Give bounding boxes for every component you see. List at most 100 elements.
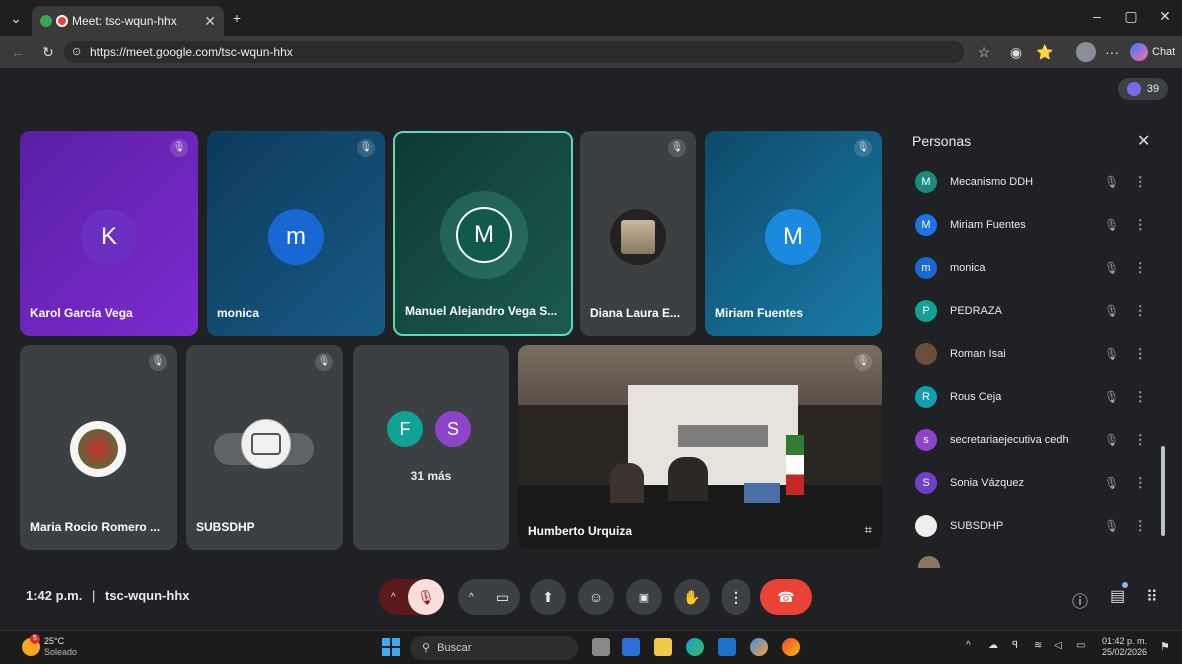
people-list-item[interactable]: Roman Isai 🎙 ⋮ [915, 338, 1155, 370]
person-name: SUBSDHP [950, 520, 1004, 532]
avatar-photo [610, 209, 666, 265]
participant-tile[interactable]: 🎙 Maria Rocio Romero ... [20, 345, 177, 550]
outlook-icon[interactable] [622, 638, 640, 656]
edge-icon[interactable] [686, 638, 704, 656]
raise-hand-button[interactable]: ✋ [674, 579, 710, 615]
wifi-icon[interactable]: ≋ [1034, 640, 1042, 651]
window-close-icon[interactable]: ✕ [1158, 8, 1172, 25]
copilot-chat-button[interactable]: Chat [1130, 42, 1178, 62]
browser-tab[interactable]: Meet: tsc-wqun-hhx ✕ [32, 6, 224, 36]
people-list-item[interactable]: S Sonia Vázquez 🎙 ⋮ [915, 467, 1155, 499]
more-vert-icon: ⋮ [729, 588, 743, 605]
notifications-icon[interactable]: ⚑ [1160, 640, 1170, 653]
camera-options-icon[interactable]: ^ [469, 592, 474, 603]
end-call-button[interactable]: ☎ [760, 579, 812, 615]
mic-off-icon: 🎙 [170, 139, 188, 157]
mic-off-icon: 🎙 [1104, 218, 1120, 232]
people-list-item[interactable]: M Mecanismo DDH 🎙 ⋮ [915, 166, 1155, 198]
tab-list-icon[interactable]: ⌄ [8, 10, 24, 27]
meeting-info: 1:42 p.m. | tsc-wqun-hhx [26, 588, 190, 603]
captions-button[interactable]: ▣ [626, 579, 662, 615]
person-left [610, 463, 644, 503]
crop-icon[interactable]: ⌗ [865, 522, 872, 538]
more-vert-icon[interactable]: ⋮ [1125, 518, 1155, 534]
more-vert-icon[interactable]: ⋮ [1125, 389, 1155, 405]
avatar: M [765, 209, 821, 265]
photo [251, 433, 281, 455]
people-list-item[interactable]: SUBSDHP 🎙 ⋮ [915, 510, 1155, 542]
participant-count: 39 [1146, 83, 1160, 95]
mic-options-icon[interactable]: ^ [391, 592, 396, 603]
people-list-item[interactable]: M Miriam Fuentes 🎙 ⋮ [915, 209, 1155, 241]
file-explorer-icon[interactable] [654, 638, 672, 656]
more-vert-icon[interactable]: ⋮ [1125, 346, 1155, 362]
tab-close-icon[interactable]: ✕ [204, 13, 216, 30]
new-tab-icon[interactable]: + [230, 10, 244, 26]
onedrive-icon[interactable]: ☁ [988, 640, 998, 651]
system-clock[interactable]: 01:42 p. m. 25/02/2026 [1102, 636, 1147, 658]
url-field[interactable]: ⊙ https://meet.google.com/tsc-wqun-hhx [64, 41, 964, 63]
battery-icon[interactable]: ▭ [1076, 640, 1085, 651]
more-vert-icon[interactable]: ⋮ [1125, 260, 1155, 276]
mic-off-icon: 🎙 [357, 139, 375, 157]
meeting-details-icon[interactable]: ⓘ [1072, 588, 1088, 612]
people-list-item[interactable]: R Rous Ceja 🎙 ⋮ [915, 381, 1155, 413]
more-menu-icon[interactable]: ··· [1104, 44, 1120, 60]
reload-icon[interactable]: ↻ [40, 44, 56, 61]
present-button[interactable]: ⬆ [530, 579, 566, 615]
participant-tile[interactable]: 🎙 M Miriam Fuentes [705, 131, 882, 336]
weather-text: Soleado [44, 647, 78, 657]
others-tile[interactable]: F S 31 más [353, 345, 509, 550]
more-vert-icon[interactable]: ⋮ [1125, 174, 1155, 190]
back-icon[interactable]: ← [10, 44, 26, 60]
avatar [915, 343, 937, 365]
hand-icon: ✋ [683, 588, 701, 605]
panel-scrollbar[interactable] [1161, 446, 1165, 536]
language-icon[interactable]: ꟼ [1012, 640, 1018, 651]
participant-count-badge[interactable]: 39 [1118, 78, 1168, 100]
people-list-item[interactable]: P PEDRAZA 🎙 ⋮ [915, 295, 1155, 327]
participant-tile-active-speaker[interactable]: M Manuel Alejandro Vega S... [393, 131, 573, 336]
panel-close-icon[interactable]: ✕ [1137, 131, 1150, 151]
more-vert-icon[interactable]: ⋮ [1125, 217, 1155, 233]
activities-icon[interactable]: ⠿ [1146, 587, 1158, 607]
participant-tile[interactable]: 🎙 m monica [207, 131, 385, 336]
copilot-icon [1130, 43, 1148, 61]
person-name: Miriam Fuentes [950, 219, 1026, 231]
person-name: Sonia Vázquez [950, 477, 1024, 489]
participant-tile-video[interactable]: 🎙 Humberto Urquiza ⌗ [518, 345, 882, 550]
more-vert-icon[interactable]: ⋮ [1125, 475, 1155, 491]
profile-avatar[interactable] [1076, 42, 1096, 62]
site-info-icon[interactable]: ⊙ [72, 41, 81, 63]
taskbar-search[interactable]: ⚲ Buscar [410, 636, 578, 660]
people-list-item[interactable]: s secretariaejecutiva cedh 🎙 ⋮ [915, 424, 1155, 456]
participant-tile[interactable]: 🎙 K Karol García Vega [20, 131, 198, 336]
store-icon[interactable] [718, 638, 736, 656]
minimize-icon[interactable]: – [1090, 8, 1104, 24]
tray-overflow-icon[interactable]: ^ [966, 640, 971, 651]
task-view-icon[interactable] [592, 638, 610, 656]
participant-tile[interactable]: 🎙 Diana Laura E... [580, 131, 696, 336]
windows-start-icon[interactable] [382, 638, 400, 656]
camera-icon[interactable]: ▭ [496, 589, 509, 606]
mic-toggle-button[interactable]: 🎙 [408, 579, 444, 615]
weather-widget[interactable]: 25°C Soleado [44, 636, 77, 658]
chrome-icon[interactable] [782, 638, 800, 656]
more-vert-icon[interactable]: ⋮ [1125, 303, 1155, 319]
volume-icon[interactable]: ◁ [1054, 640, 1062, 651]
photo [78, 429, 118, 469]
separator: | [91, 588, 96, 603]
more-options-button[interactable]: ⋮ [722, 579, 750, 615]
reactions-button[interactable]: ☺ [578, 579, 614, 615]
copilot-taskbar-icon[interactable] [750, 638, 768, 656]
favorites-bar-icon[interactable]: ⭐ [1036, 44, 1053, 61]
favorite-icon[interactable]: ☆ [976, 44, 992, 61]
more-vert-icon[interactable]: ⋮ [1125, 432, 1155, 448]
participant-tile[interactable]: 🎙 SUBSDHP [186, 345, 343, 550]
emoji-icon: ☺ [588, 589, 604, 605]
people-list-item[interactable]: m monica 🎙 ⋮ [915, 252, 1155, 284]
extensions-icon[interactable]: ◉ [1008, 44, 1024, 61]
restore-icon[interactable]: ▢ [1124, 8, 1138, 25]
mic-off-icon: 🎙 [854, 139, 872, 157]
chat-icon[interactable]: ▤ [1110, 586, 1125, 606]
